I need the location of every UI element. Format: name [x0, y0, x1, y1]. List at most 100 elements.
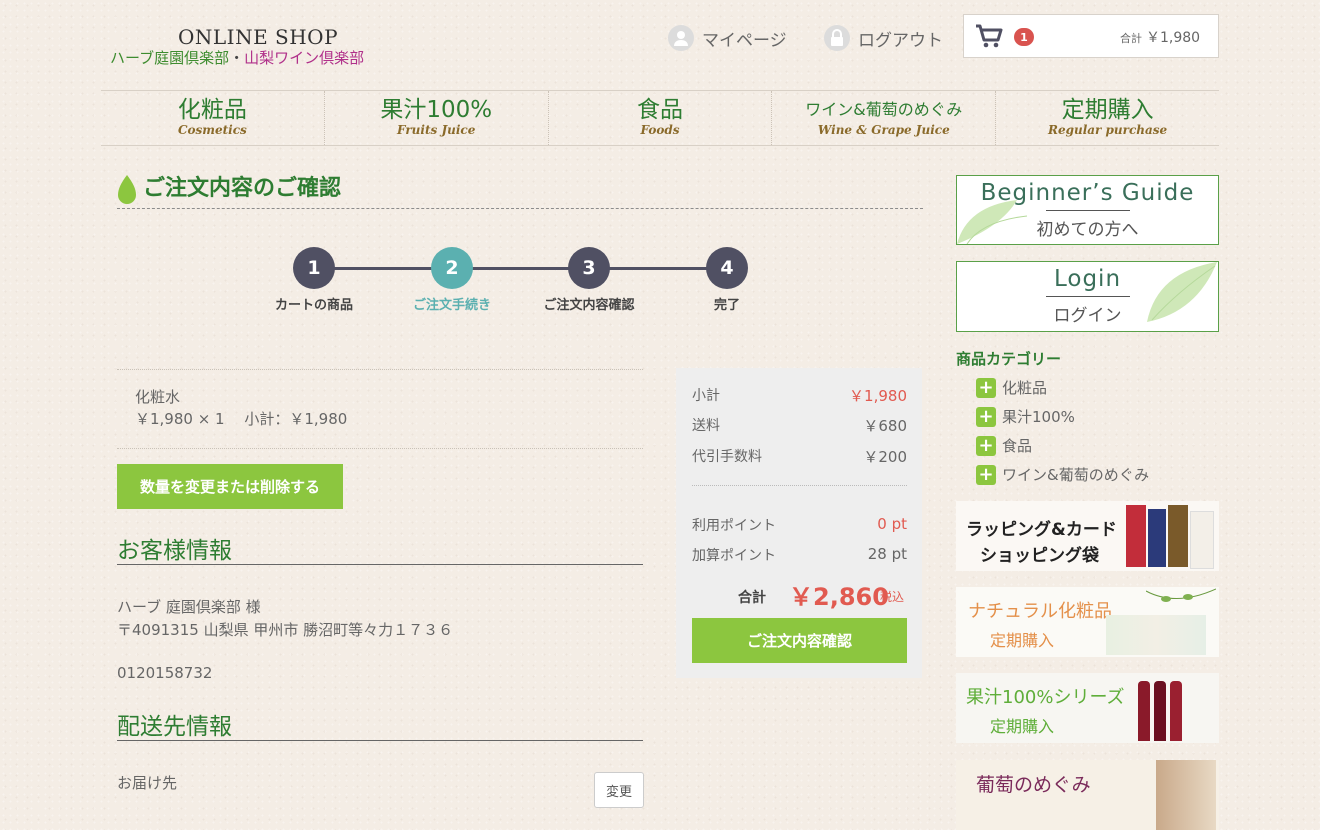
page-title: ご注文内容のご確認 [117, 174, 923, 209]
page-title-text: ご注文内容のご確認 [143, 176, 342, 201]
cart-count-badge: 1 [1014, 28, 1034, 46]
juice-bottle-image [1170, 681, 1182, 741]
category-item-foods[interactable]: + 食品 [976, 435, 1032, 456]
summary-cod-row: 代引手数料 ￥200 [692, 446, 907, 467]
step-3-label: ご注文内容確認 [543, 298, 635, 313]
juice-banner-line1: 果汁100%シリーズ [966, 687, 1125, 708]
total-label: 合計 [738, 590, 766, 606]
nav-wine-grape[interactable]: ワイン&葡萄のめぐみ Wine & Grape Juice [772, 91, 997, 145]
delivery-info-heading: 配送先情報 [117, 707, 643, 741]
plus-icon: + [976, 464, 996, 485]
beginners-guide-banner[interactable]: Beginner’s Guide 初めての方へ [956, 175, 1219, 245]
use-points-value: 0 pt [877, 515, 907, 533]
natural-cosmetics-banner[interactable]: ナチュラル化粧品 定期購入 [956, 587, 1219, 657]
grape-blessing-banner[interactable]: 葡萄のめぐみ [956, 760, 1219, 830]
customer-name: ハーブ 庭園倶楽部 様 [117, 598, 261, 616]
add-points-value: 28 pt [867, 545, 907, 563]
wrapping-banner[interactable]: ラッピング&カード ショッピング袋 [956, 501, 1219, 571]
nav-sublabel: Wine & Grape Juice [817, 123, 950, 137]
category-label: 化粧品 [1002, 379, 1048, 397]
cosmetic-bottles-image [1106, 615, 1206, 655]
grape-banner-line1: 葡萄のめぐみ [976, 774, 1091, 796]
nav-foods[interactable]: 食品 Foods [549, 91, 773, 145]
wrapping-banner-line1: ラッピング&カード [966, 520, 1117, 540]
gift-bag-image [1168, 505, 1188, 567]
plus-icon: + [976, 377, 996, 398]
change-quantity-button[interactable]: 数量を変更または削除する [117, 464, 343, 509]
mypage-link[interactable]: マイページ [668, 24, 787, 52]
step-1-circle: 1 [293, 247, 335, 289]
category-heading: 商品カテゴリー [956, 350, 1062, 368]
logo-separator: ・ [229, 49, 245, 67]
customer-phone: 0120158732 [117, 664, 213, 682]
nav-fruits-juice[interactable]: 果汁100% Fruits Juice [325, 91, 549, 145]
logo-subtitle[interactable]: ハーブ庭園倶楽部・山梨ワイン倶楽部 [110, 47, 364, 68]
category-item-wine[interactable]: + ワイン&葡萄のめぐみ [976, 464, 1149, 485]
login-en: Login [1053, 266, 1122, 292]
confirm-order-button[interactable]: ご注文内容確認 [692, 618, 907, 663]
logout-label: ログアウト [858, 30, 943, 51]
nav-sublabel: Cosmetics [177, 123, 247, 137]
login-jp: ログイン [1053, 306, 1122, 326]
beginner-guide-jp: 初めての方へ [1036, 220, 1139, 240]
nav-sublabel: Regular purchase [1047, 123, 1168, 137]
plus-icon: + [976, 435, 996, 456]
step-4-label: 完了 [713, 298, 740, 313]
nav-cosmetics[interactable]: 化粧品 Cosmetics [101, 91, 325, 145]
tax-included-label: 税込 [880, 590, 905, 604]
grape-product-image [1156, 760, 1216, 830]
nav-sublabel: Fruits Juice [397, 123, 476, 137]
change-delivery-button[interactable]: 変更 [594, 772, 644, 808]
step-1-label: カートの商品 [274, 298, 353, 313]
total-value: ￥2,860 [789, 583, 889, 611]
category-label: ワイン&葡萄のめぐみ [1002, 466, 1150, 484]
beginner-guide-en: Beginner’s Guide [980, 180, 1195, 206]
step-3-circle: 3 [568, 247, 610, 289]
category-item-juice[interactable]: + 果汁100% [976, 406, 1075, 427]
juice-bottle-image [1138, 681, 1150, 741]
gift-card-image [1190, 511, 1214, 569]
banner-rule [1045, 296, 1130, 297]
plus-icon: + [976, 406, 996, 427]
nav-label: ワイン&葡萄のめぐみ [805, 100, 963, 119]
logo-herb-club: ハーブ庭園倶楽部 [110, 49, 230, 67]
logout-link[interactable]: ログアウト [824, 24, 943, 52]
category-item-cosmetics[interactable]: + 化粧品 [976, 377, 1047, 398]
subtotal-value: ￥1,980 [849, 387, 907, 405]
gift-bag-image [1126, 505, 1146, 567]
summary-add-points-row: 加算ポイント 28 pt [692, 545, 907, 565]
cart-total: 合計 ￥1,980 [1120, 27, 1200, 47]
juice-series-banner[interactable]: 果汁100%シリーズ 定期購入 [956, 673, 1219, 743]
customer-address: 〒4091315 山梨県 甲州市 勝沼町等々力１７３６ [117, 621, 454, 639]
logo-title[interactable]: ONLINE SHOP [178, 25, 338, 49]
delivery-label: お届け先 [117, 774, 178, 792]
item-price-line: ￥1,980 × 1 小計：￥1,980 [135, 410, 348, 428]
progress-line [314, 267, 726, 270]
nav-regular-purchase[interactable]: 定期購入 Regular purchase [996, 91, 1219, 145]
cart-icon [975, 24, 1003, 52]
step-2-label: ご注文手続き [412, 298, 491, 313]
login-banner[interactable]: Login ログイン [956, 261, 1219, 332]
wrapping-banner-line2: ショッピング袋 [980, 546, 1099, 566]
banner-rule [1045, 210, 1130, 211]
summary-divider [692, 485, 907, 486]
shipping-value: ￥680 [863, 417, 907, 435]
nav-label: 定期購入 [1061, 97, 1154, 123]
cod-label: 代引手数料 [692, 449, 762, 465]
leaf-icon [118, 175, 136, 204]
cod-value: ￥200 [863, 448, 907, 466]
add-points-label: 加算ポイント [692, 548, 776, 564]
category-label: 果汁100% [1002, 408, 1075, 426]
mypage-label: マイページ [702, 30, 787, 51]
cart-total-value: ￥1,980 [1146, 30, 1201, 46]
juice-banner-line2: 定期購入 [990, 717, 1055, 736]
juice-bottle-image [1154, 681, 1166, 741]
user-icon [668, 25, 694, 51]
nav-label: 果汁100% [380, 97, 493, 123]
natural-banner-line2: 定期購入 [990, 631, 1055, 650]
step-4-circle: 4 [706, 247, 748, 289]
item-name: 化粧水 [135, 388, 181, 406]
natural-banner-line1: ナチュラル化粧品 [968, 601, 1112, 622]
summary-use-points-row: 利用ポイント 0 pt [692, 515, 907, 535]
lock-icon [824, 25, 850, 51]
